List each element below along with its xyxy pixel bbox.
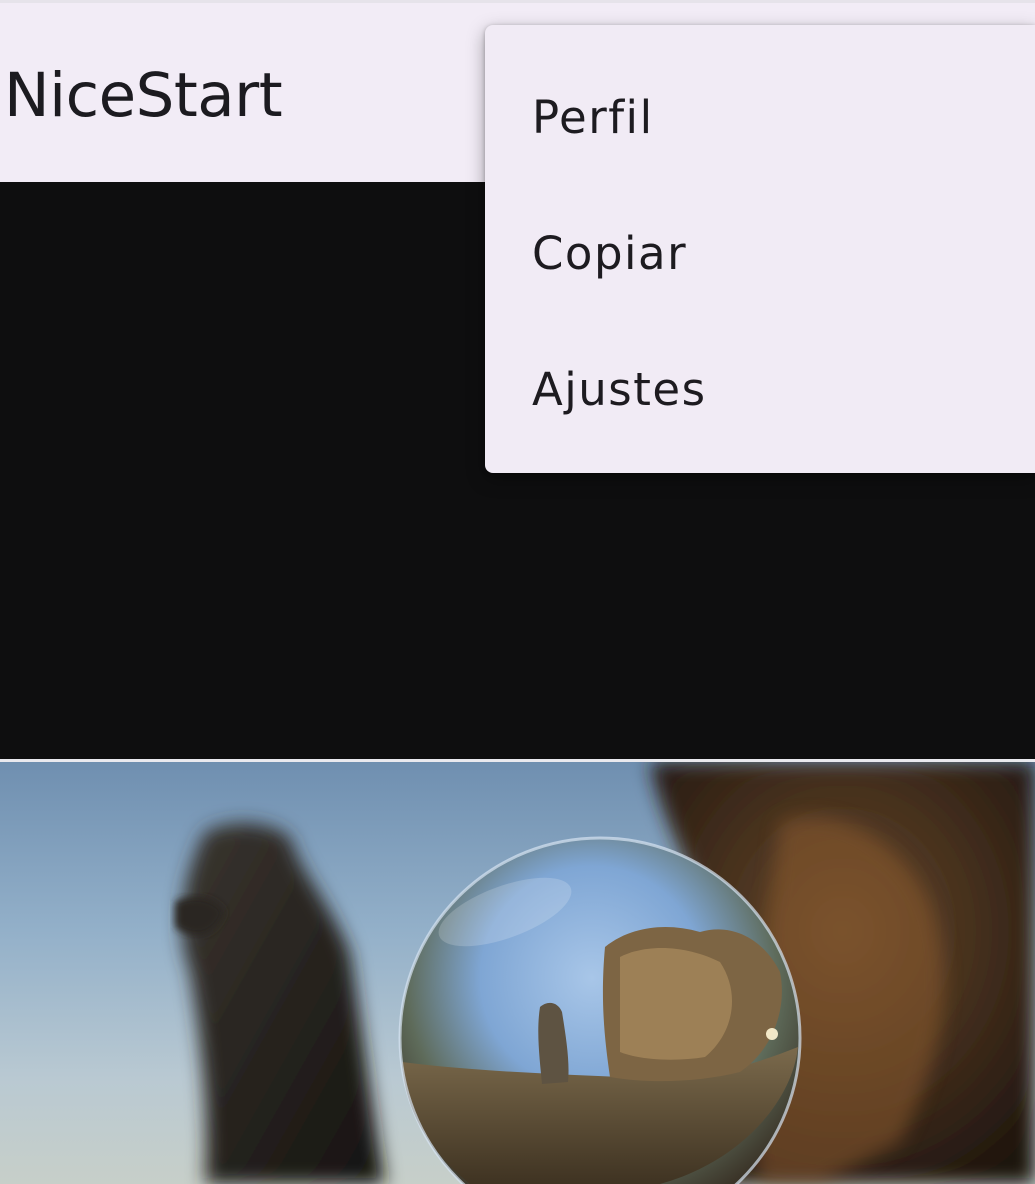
menu-item-perfil[interactable]: Perfil [485, 49, 1035, 185]
crystal-ball-photo [0, 762, 1035, 1184]
menu-item-copiar[interactable]: Copiar [485, 185, 1035, 321]
app-title: NiceStart [4, 60, 283, 131]
app-screen: NiceStart Perfil Copiar Ajustes [0, 0, 1035, 1184]
overflow-menu: Perfil Copiar Ajustes [485, 25, 1035, 473]
menu-item-ajustes[interactable]: Ajustes [485, 321, 1035, 457]
photo-illustration [175, 762, 1035, 1184]
